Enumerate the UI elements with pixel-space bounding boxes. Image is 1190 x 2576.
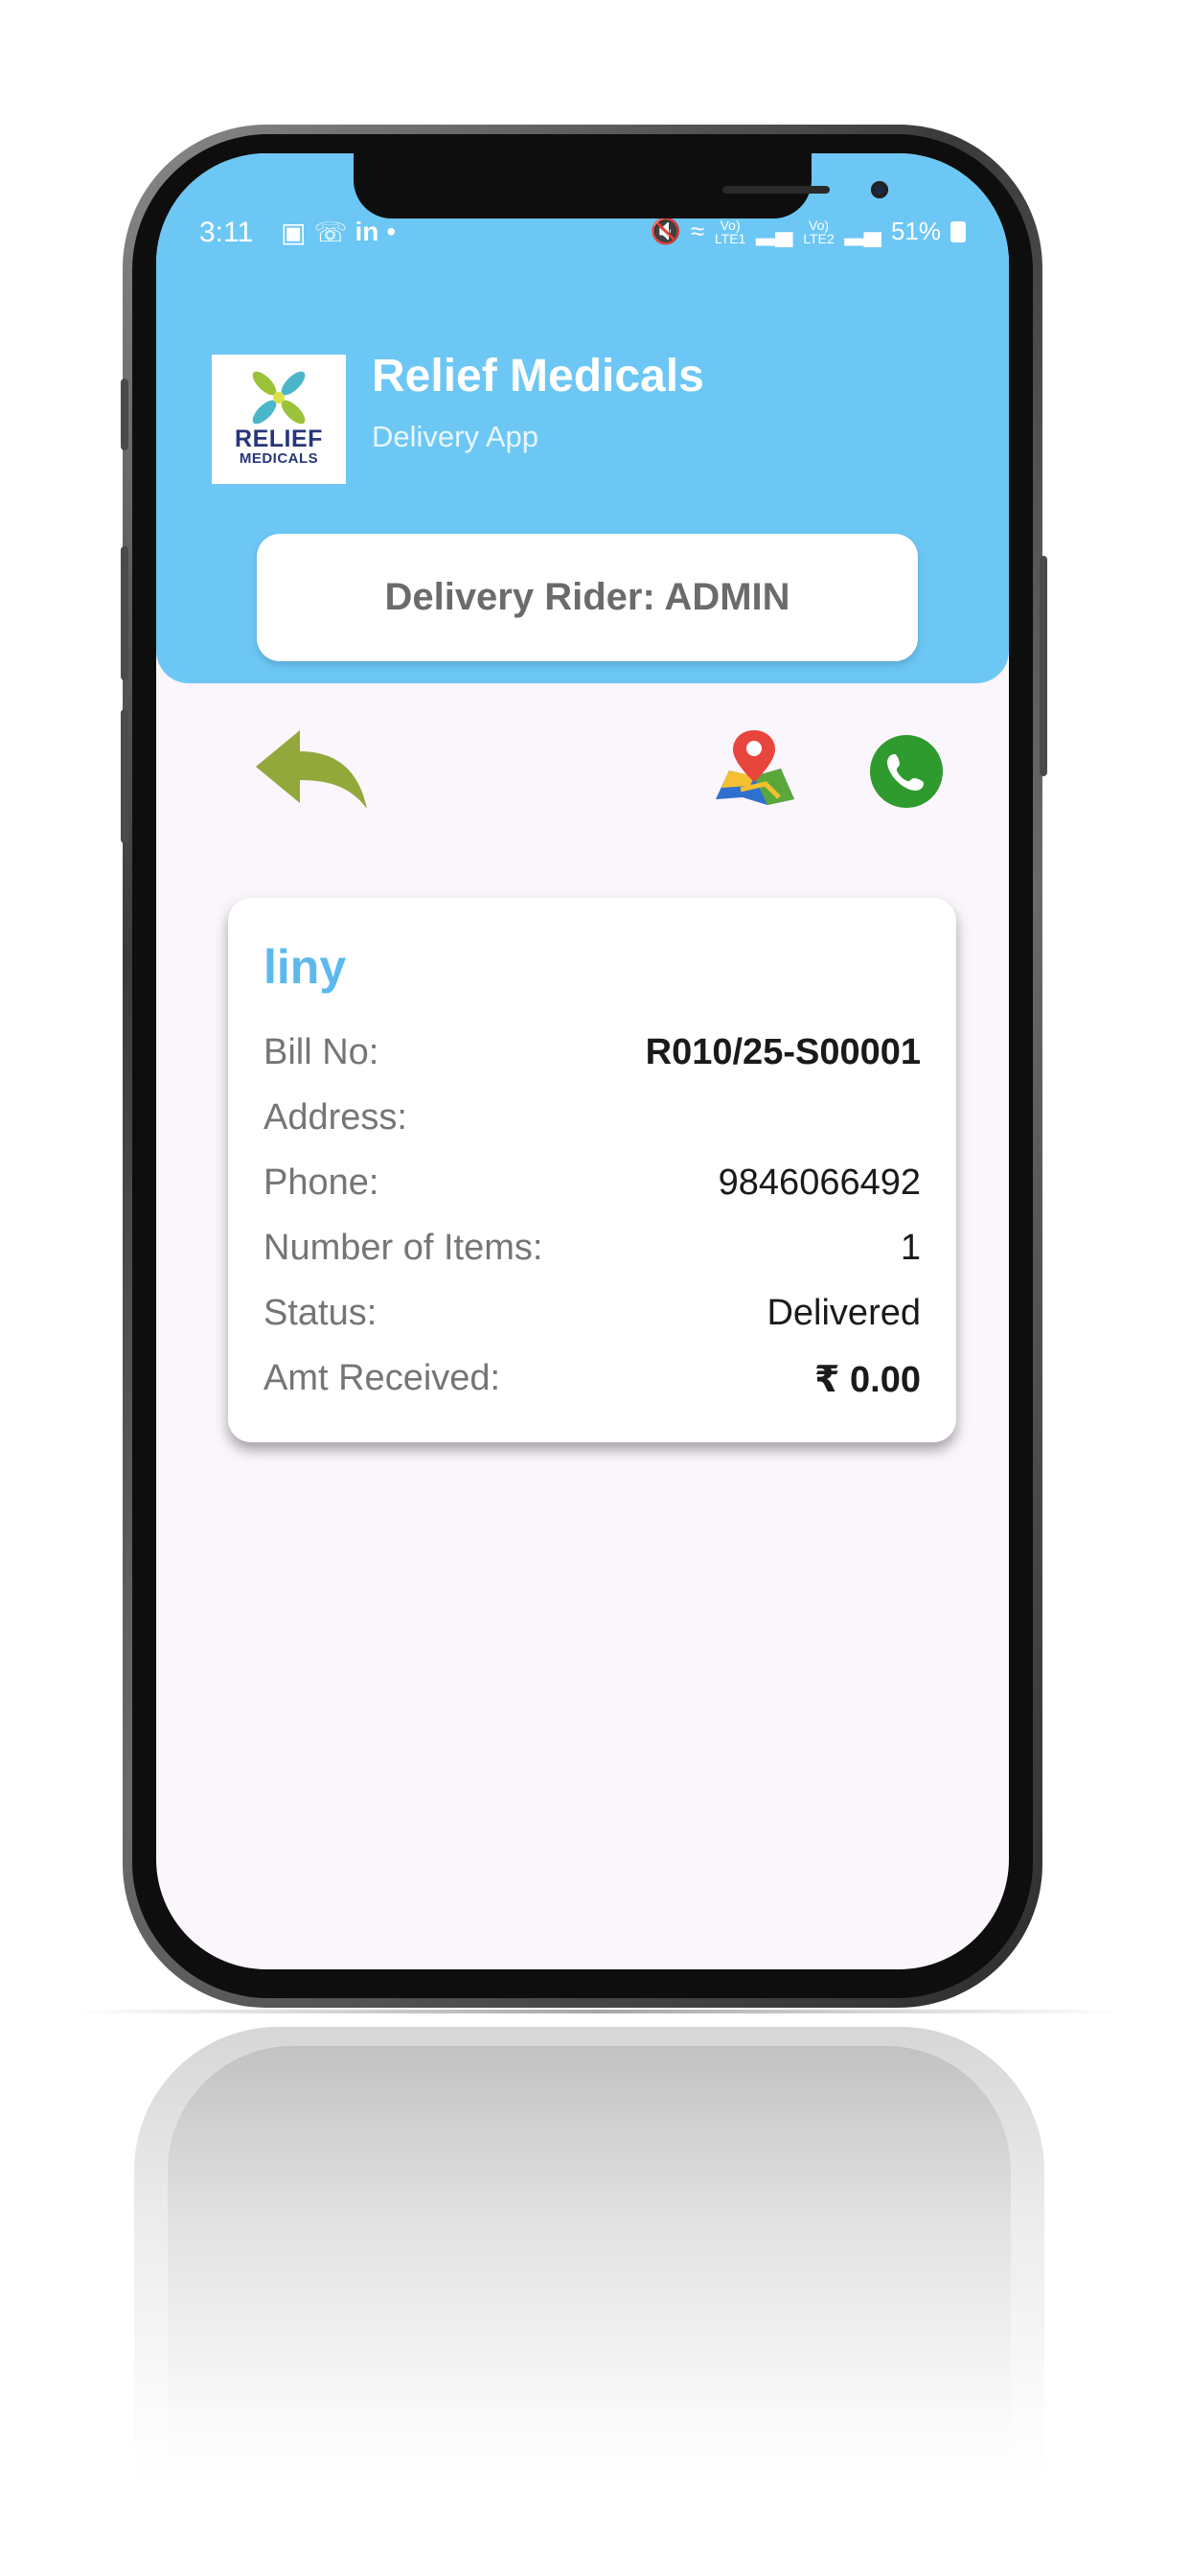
logo-text-relief: RELIEF bbox=[235, 426, 323, 452]
map-button[interactable] bbox=[712, 726, 798, 808]
bill-no-value: R010/25-S00001 bbox=[645, 1032, 921, 1072]
power-button bbox=[1040, 556, 1047, 776]
status-value: Delivered bbox=[767, 1293, 921, 1333]
floor-line bbox=[77, 2010, 1121, 2013]
address-row: Address: bbox=[263, 1097, 921, 1145]
bill-no-row: Bill No: R010/25-S00001 bbox=[263, 1032, 921, 1080]
amount-label: Amt Received: bbox=[263, 1358, 501, 1398]
call-button[interactable] bbox=[870, 735, 943, 808]
status-row: Status: Delivered bbox=[263, 1293, 921, 1341]
bill-no-label: Bill No: bbox=[263, 1032, 379, 1072]
phone-label: Phone: bbox=[263, 1162, 379, 1203]
side-button bbox=[121, 379, 128, 450]
items-value: 1 bbox=[900, 1228, 921, 1268]
app-logo: RELIEF MEDICALS bbox=[212, 355, 346, 484]
volume-up-button bbox=[121, 546, 128, 680]
app-title: Relief Medicals bbox=[372, 351, 704, 402]
mockup-stage: 3:11 ▣ ☏ in • 🔇 ≈ Vo) LTE1 ▂▄ Vo) LTE2 ▂… bbox=[0, 0, 1190, 2576]
dot-icon: • bbox=[386, 217, 397, 246]
speaker-grille bbox=[722, 186, 830, 194]
front-camera-icon bbox=[871, 181, 888, 198]
whatsapp-icon: ☏ bbox=[313, 218, 348, 247]
phone-value[interactable]: 9846066492 bbox=[719, 1162, 921, 1204]
system-icons: 🔇 ≈ Vo) LTE1 ▂▄ Vo) LTE2 ▂▄ 51% bbox=[650, 217, 966, 246]
app-header: 3:11 ▣ ☏ in • 🔇 ≈ Vo) LTE1 ▂▄ Vo) LTE2 ▂… bbox=[156, 153, 1009, 683]
phone-reflection-inner bbox=[168, 2046, 1011, 2487]
sim2-label: Vo) LTE2 bbox=[803, 217, 835, 246]
signal-icon: ▂▄ bbox=[756, 217, 793, 245]
order-card[interactable]: liny Bill No: R010/25-S00001 Address: Ph… bbox=[228, 898, 956, 1442]
notification-icons: ▣ ☏ in • bbox=[281, 217, 396, 248]
signal-icon-2: ▂▄ bbox=[844, 217, 881, 245]
status-bar: 3:11 ▣ ☏ in • 🔇 ≈ Vo) LTE1 ▂▄ Vo) LTE2 ▂… bbox=[199, 217, 966, 255]
logo-text-medicals: MEDICALS bbox=[239, 450, 319, 467]
reply-arrow-icon bbox=[256, 730, 367, 809]
wifi-icon: ≈ bbox=[690, 217, 705, 245]
back-button[interactable] bbox=[252, 726, 372, 813]
battery-icon bbox=[950, 220, 966, 242]
items-row: Number of Items: 1 bbox=[263, 1228, 921, 1276]
phone-notch bbox=[354, 153, 888, 218]
map-location-icon bbox=[716, 730, 794, 805]
address-label: Address: bbox=[263, 1097, 407, 1138]
linkedin-icon: in bbox=[355, 217, 379, 246]
logo-leaf-icon bbox=[252, 371, 306, 425]
app-screen: 3:11 ▣ ☏ in • 🔇 ≈ Vo) LTE1 ▂▄ Vo) LTE2 ▂… bbox=[156, 153, 1009, 1969]
phone-row: Phone: 9846066492 bbox=[263, 1162, 921, 1210]
delivery-rider-badge: Delivery Rider: ADMIN bbox=[257, 534, 918, 661]
volume-down-button bbox=[121, 709, 128, 843]
status-time: 3:11 bbox=[199, 217, 254, 248]
amount-value: ₹ 0.00 bbox=[814, 1360, 921, 1400]
battery-percent: 51% bbox=[890, 217, 941, 245]
items-label: Number of Items: bbox=[263, 1228, 543, 1268]
amount-row: Amt Received: ₹ 0.00 bbox=[263, 1358, 921, 1406]
status-label: Status: bbox=[263, 1293, 378, 1333]
sim1-label: Vo) LTE1 bbox=[714, 217, 746, 246]
mute-icon: 🔇 bbox=[650, 217, 681, 245]
app-subtitle: Delivery App bbox=[372, 420, 539, 453]
gallery-icon: ▣ bbox=[281, 218, 307, 247]
customer-name: liny bbox=[263, 940, 347, 994]
phone-icon bbox=[887, 754, 924, 791]
